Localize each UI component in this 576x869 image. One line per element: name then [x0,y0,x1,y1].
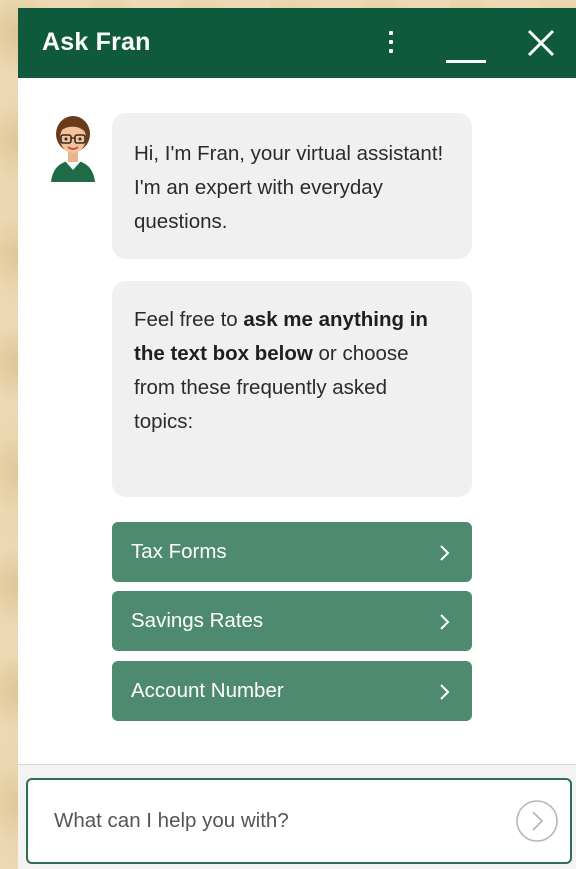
chat-input-area [18,765,576,869]
minimize-icon[interactable] [444,30,488,66]
chevron-right-icon [440,684,450,700]
chat-input[interactable] [52,798,496,844]
topic-label: Account Number [131,679,284,702]
topic-button-tax-forms[interactable]: Tax Forms [112,522,472,582]
topic-button-savings-rates[interactable]: Savings Rates [112,591,472,651]
send-arrow-icon[interactable] [514,798,560,844]
chat-title: Ask Fran [42,28,151,56]
assistant-message: Feel free to ask me anything in the text… [112,281,472,497]
chevron-right-icon [440,545,450,561]
chat-widget: Ask Fran Hi, I'm Fran, your virtual assi… [18,8,576,869]
assistant-message: Hi, I'm Fran, your virtual assistant! I'… [112,113,472,259]
topic-label: Savings Rates [131,609,264,632]
close-icon[interactable] [524,26,558,60]
chevron-right-icon [440,614,450,630]
message-text: Feel free to [134,308,244,331]
topic-button-account-number[interactable]: Account Number [112,661,472,721]
kebab-menu-icon[interactable] [382,27,400,59]
message-text: Hi, I'm Fran, your virtual assistant! I'… [134,142,444,233]
chat-input-box [26,778,572,864]
topic-label: Tax Forms [131,540,227,563]
fran-avatar [47,112,99,182]
chat-header: Ask Fran [18,8,576,78]
